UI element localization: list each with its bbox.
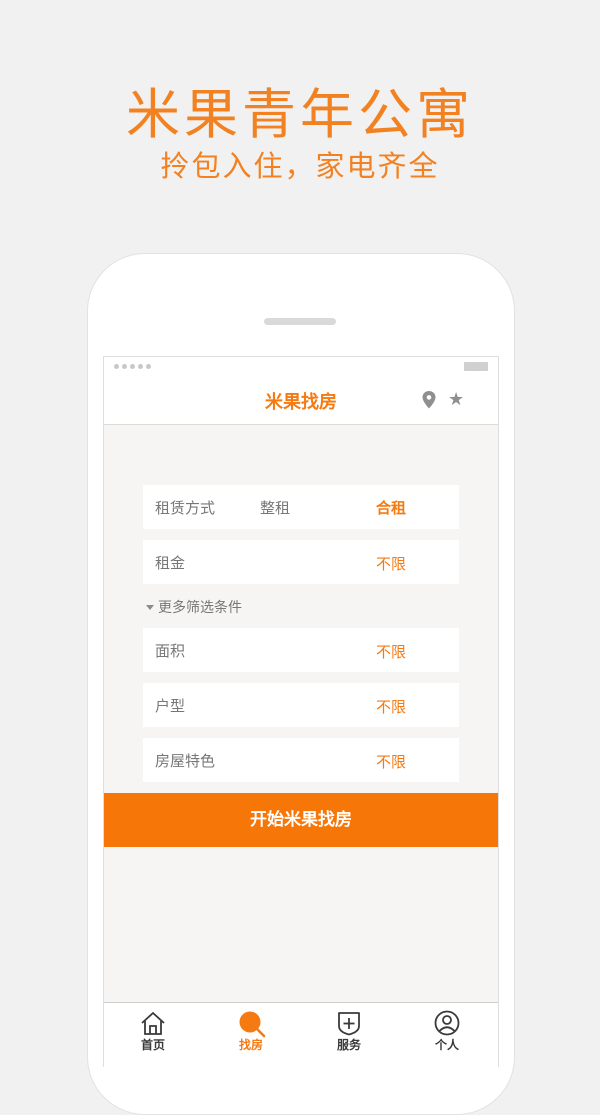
filter-row-rent[interactable]: 租金 不限 [143,540,459,584]
filter-row-layout[interactable]: 户型 不限 [143,683,459,727]
filter-label: 户型 [155,697,186,715]
filter-label: 面积 [155,642,186,660]
filter-label: 房屋特色 [155,752,216,770]
phone-speaker [264,318,336,325]
battery-icon [464,362,488,371]
filter-label: 租赁方式 [155,499,216,517]
location-pin-icon[interactable] [422,391,436,409]
tab-home[interactable]: 首页 [104,1003,202,1067]
caret-down-icon [146,604,154,610]
star-icon[interactable]: ★ [448,390,464,410]
service-plus-icon [338,1012,360,1036]
tab-bar: 首页 找房 服务 个人 [104,1002,498,1067]
filter-row-area[interactable]: 面积 不限 [143,628,459,672]
tab-label: 首页 [140,1038,165,1052]
status-bar [104,356,498,377]
filter-value: 不限 [376,555,407,573]
start-search-button[interactable]: 开始米果找房 [104,793,498,847]
promo-title: 米果青年公寓 [126,83,474,146]
tab-label: 个人 [434,1038,459,1052]
more-filters-label: 更多筛选条件 [158,600,242,616]
signal-dots-icon [114,364,151,369]
promo-subtitle: 拎包入住，家电齐全 [160,149,440,183]
tab-find-house[interactable]: 找房 [202,1003,300,1067]
filter-value: 不限 [376,753,407,771]
tab-service[interactable]: 服务 [300,1003,398,1067]
filter-value: 不限 [376,643,407,661]
tab-label: 找房 [238,1038,263,1052]
tab-label: 服务 [336,1038,361,1052]
page-title: 米果找房 [265,392,337,413]
option-shared-rent[interactable]: 合租 [376,497,406,518]
filter-row-rent-type: 租赁方式 整租 合租 [143,485,459,529]
filter-value: 不限 [376,698,407,716]
more-filters-toggle[interactable]: 更多筛选条件 [146,597,242,617]
tab-profile[interactable]: 个人 [398,1003,496,1067]
nav-bar: 米果找房 ★ [104,376,498,425]
app-screen: 米果找房 ★ 租赁方式 整租 合租 租金 不限 更多筛选条件 面积 不限 户型 … [103,356,499,1067]
user-icon [434,1010,460,1036]
option-whole-rent[interactable]: 整租 [260,497,290,518]
filter-row-features[interactable]: 房屋特色 不限 [143,738,459,782]
filter-label: 租金 [155,554,186,572]
search-icon [239,1011,266,1038]
home-icon [141,1012,165,1035]
